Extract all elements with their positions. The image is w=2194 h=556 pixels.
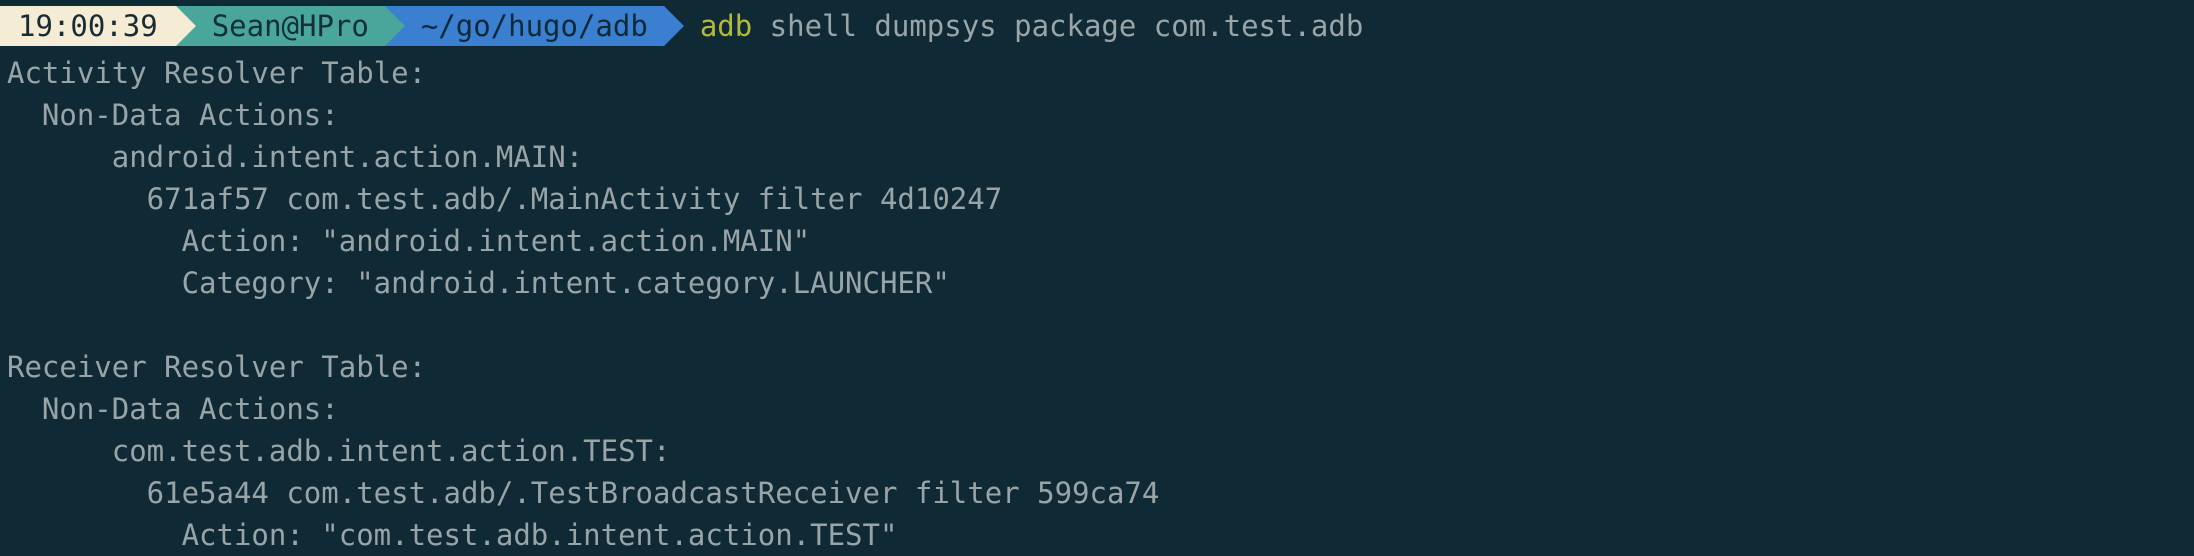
output-line: Category: "android.intent.category.LAUNC… bbox=[7, 266, 950, 300]
output-line: Action: "com.test.adb.intent.action.TEST… bbox=[7, 518, 898, 552]
prompt-time: 19:00:39 bbox=[18, 9, 158, 43]
powerline-arrow-icon bbox=[384, 6, 405, 46]
output-line: Non-Data Actions: bbox=[7, 98, 339, 132]
prompt-user: Sean@HPro bbox=[211, 9, 369, 43]
prompt-time-segment: 19:00:39 bbox=[0, 6, 196, 46]
output-line: Action: "android.intent.action.MAIN" bbox=[7, 224, 811, 258]
powerline-arrow-icon bbox=[663, 6, 684, 46]
output-line: 61e5a44 com.test.adb/.TestBroadcastRecei… bbox=[7, 476, 1160, 510]
output-line: Non-Data Actions: bbox=[7, 392, 339, 426]
output-line: android.intent.action.MAIN: bbox=[7, 140, 584, 174]
command-args: shell dumpsys package com.test.adb bbox=[769, 9, 1364, 43]
prompt-path-segment: ~/go/hugo/adb bbox=[384, 6, 684, 46]
prompt-user-segment: Sean@HPro bbox=[175, 6, 405, 46]
terminal-window[interactable]: 19:00:39 Sean@HPro ~/go/hugo/adb adb she… bbox=[0, 0, 2194, 556]
command-line[interactable]: adb shell dumpsys package com.test.adb bbox=[700, 9, 1363, 43]
output-line: com.test.adb.intent.action.TEST: bbox=[7, 434, 671, 468]
output-line: Activity Resolver Table: bbox=[7, 56, 427, 90]
powerline-arrow-icon bbox=[175, 6, 196, 46]
prompt-path: ~/go/hugo/adb bbox=[420, 9, 648, 43]
shell-prompt: 19:00:39 Sean@HPro ~/go/hugo/adb adb she… bbox=[0, 0, 2194, 52]
output-line: Receiver Resolver Table: bbox=[7, 350, 427, 384]
command-name: adb bbox=[699, 9, 753, 43]
output-line: 671af57 com.test.adb/.MainActivity filte… bbox=[7, 182, 1003, 216]
